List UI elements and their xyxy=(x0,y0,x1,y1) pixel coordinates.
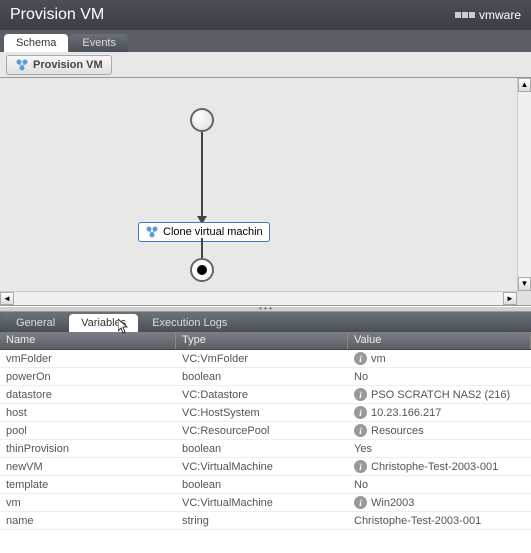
scroll-up-button[interactable]: ▲ xyxy=(518,78,531,92)
cell-type: VC:HostSystem xyxy=(176,406,348,420)
tab-variables-label: Variables xyxy=(81,317,126,329)
column-header-type[interactable]: Type xyxy=(176,332,348,349)
page-title: Provision VM xyxy=(10,6,104,24)
cell-value: i Resources xyxy=(348,423,531,438)
bottom-tab-bar: General Variables Execution Logs xyxy=(0,312,531,332)
cell-type: VC:VmFolder xyxy=(176,352,348,366)
action-node-label: Clone virtual machin xyxy=(163,226,263,238)
workflow-breadcrumb-label: Provision VM xyxy=(33,59,103,71)
table-row[interactable]: datastoreVC:Datastore i PSO SCRATCH NAS2 (… xyxy=(0,386,531,404)
tab-general[interactable]: General xyxy=(4,314,67,332)
tab-variables[interactable]: Variables xyxy=(69,314,138,332)
table-row[interactable]: vmFolderVC:VmFolderivm xyxy=(0,350,531,368)
cell-type: VC:VirtualMachine xyxy=(176,460,348,474)
value-text: vm xyxy=(371,353,386,365)
cell-name: vm xyxy=(0,496,176,510)
value-text: 10.23.166.217 xyxy=(371,407,441,419)
flow-arrow xyxy=(201,238,203,258)
flow-arrow xyxy=(201,132,203,218)
info-icon: i xyxy=(354,496,367,509)
info-icon: i xyxy=(354,424,367,437)
cell-type: string xyxy=(176,514,348,528)
table-row[interactable]: powerOnboolean No xyxy=(0,368,531,386)
vertical-scrollbar[interactable]: ▲ ▼ xyxy=(517,78,531,291)
table-row[interactable]: thinProvisionboolean Yes xyxy=(0,440,531,458)
cell-name: datastore xyxy=(0,388,176,402)
info-icon: i xyxy=(354,460,367,473)
cell-name: thinProvision xyxy=(0,442,176,456)
horizontal-scrollbar[interactable]: ◄ ► xyxy=(0,291,517,305)
scroll-left-button[interactable]: ◄ xyxy=(0,292,14,305)
value-text: PSO SCRATCH NAS2 (216) xyxy=(371,389,510,401)
cell-name: name xyxy=(0,514,176,528)
cell-name: host xyxy=(0,406,176,420)
cell-value: No xyxy=(348,370,531,384)
scroll-right-button[interactable]: ► xyxy=(503,292,517,305)
table-row[interactable]: newVMVC:VirtualMachine i Christophe-Test-2… xyxy=(0,458,531,476)
column-header-value[interactable]: Value xyxy=(348,332,531,349)
cell-value: Yes xyxy=(348,442,531,456)
table-row[interactable]: poolVC:ResourcePool i Resources xyxy=(0,422,531,440)
brand-text: vmware xyxy=(479,8,521,22)
cell-name: powerOn xyxy=(0,370,176,384)
cell-type: VC:ResourcePool xyxy=(176,424,348,438)
cell-value: i PSO SCRATCH NAS2 (216) xyxy=(348,387,531,402)
table-row[interactable]: templateboolean No xyxy=(0,476,531,494)
cell-value: i Christophe-Test-2003-001 xyxy=(348,459,531,474)
cell-value: i Win2003 xyxy=(348,495,531,510)
cell-type: VC:Datastore xyxy=(176,388,348,402)
workflow-icon xyxy=(15,58,29,72)
cell-value: i 10.23.166.217 xyxy=(348,405,531,420)
table-row[interactable]: namestring Christophe-Test-2003-001 xyxy=(0,512,531,530)
cell-type: boolean xyxy=(176,442,348,456)
action-node-clone-vm[interactable]: Clone virtual machin xyxy=(138,222,270,242)
schema-toolbar: Provision VM xyxy=(0,52,531,78)
column-header-name[interactable]: Name xyxy=(0,332,176,349)
title-bar: Provision VM vmware xyxy=(0,0,531,30)
value-text: Christophe-Test-2003-001 xyxy=(354,515,481,527)
value-text: Resources xyxy=(371,425,424,437)
end-node[interactable] xyxy=(190,258,214,282)
start-node[interactable] xyxy=(190,108,214,132)
value-text: No xyxy=(354,479,368,491)
vmware-logo: vmware xyxy=(455,8,521,22)
cell-type: boolean xyxy=(176,478,348,492)
cell-value: No xyxy=(348,478,531,492)
cell-name: template xyxy=(0,478,176,492)
cell-value: ivm xyxy=(348,351,531,366)
value-text: Win2003 xyxy=(371,497,414,509)
workflow-icon xyxy=(145,225,159,239)
workflow-canvas[interactable]: Clone virtual machin ▲ ▼ ◄ ► xyxy=(0,78,531,306)
workflow-breadcrumb-button[interactable]: Provision VM xyxy=(6,55,112,75)
info-icon: i xyxy=(354,406,367,419)
cell-name: newVM xyxy=(0,460,176,474)
scroll-corner xyxy=(517,291,531,305)
cell-name: vmFolder xyxy=(0,352,176,366)
cell-type: VC:VirtualMachine xyxy=(176,496,348,510)
table-row[interactable]: hostVC:HostSystem i 10.23.166.217 xyxy=(0,404,531,422)
tab-execution-logs[interactable]: Execution Logs xyxy=(140,314,239,332)
value-text: No xyxy=(354,371,368,383)
top-tab-bar: Schema Events xyxy=(0,30,531,52)
info-icon: i xyxy=(354,388,367,401)
value-text: Yes xyxy=(354,443,372,455)
cell-type: boolean xyxy=(176,370,348,384)
scroll-down-button[interactable]: ▼ xyxy=(518,277,531,291)
tab-schema[interactable]: Schema xyxy=(4,34,68,52)
tab-events[interactable]: Events xyxy=(70,34,128,52)
cell-name: pool xyxy=(0,424,176,438)
value-text: Christophe-Test-2003-001 xyxy=(371,461,498,473)
table-row[interactable]: vmVC:VirtualMachine i Win2003 xyxy=(0,494,531,512)
cell-value: Christophe-Test-2003-001 xyxy=(348,514,531,528)
info-icon: i xyxy=(354,352,367,365)
variables-table-body: vmFolderVC:VmFolderivmpowerOnbooleanNoda… xyxy=(0,350,531,530)
variables-table-header: Name Type Value xyxy=(0,332,531,350)
